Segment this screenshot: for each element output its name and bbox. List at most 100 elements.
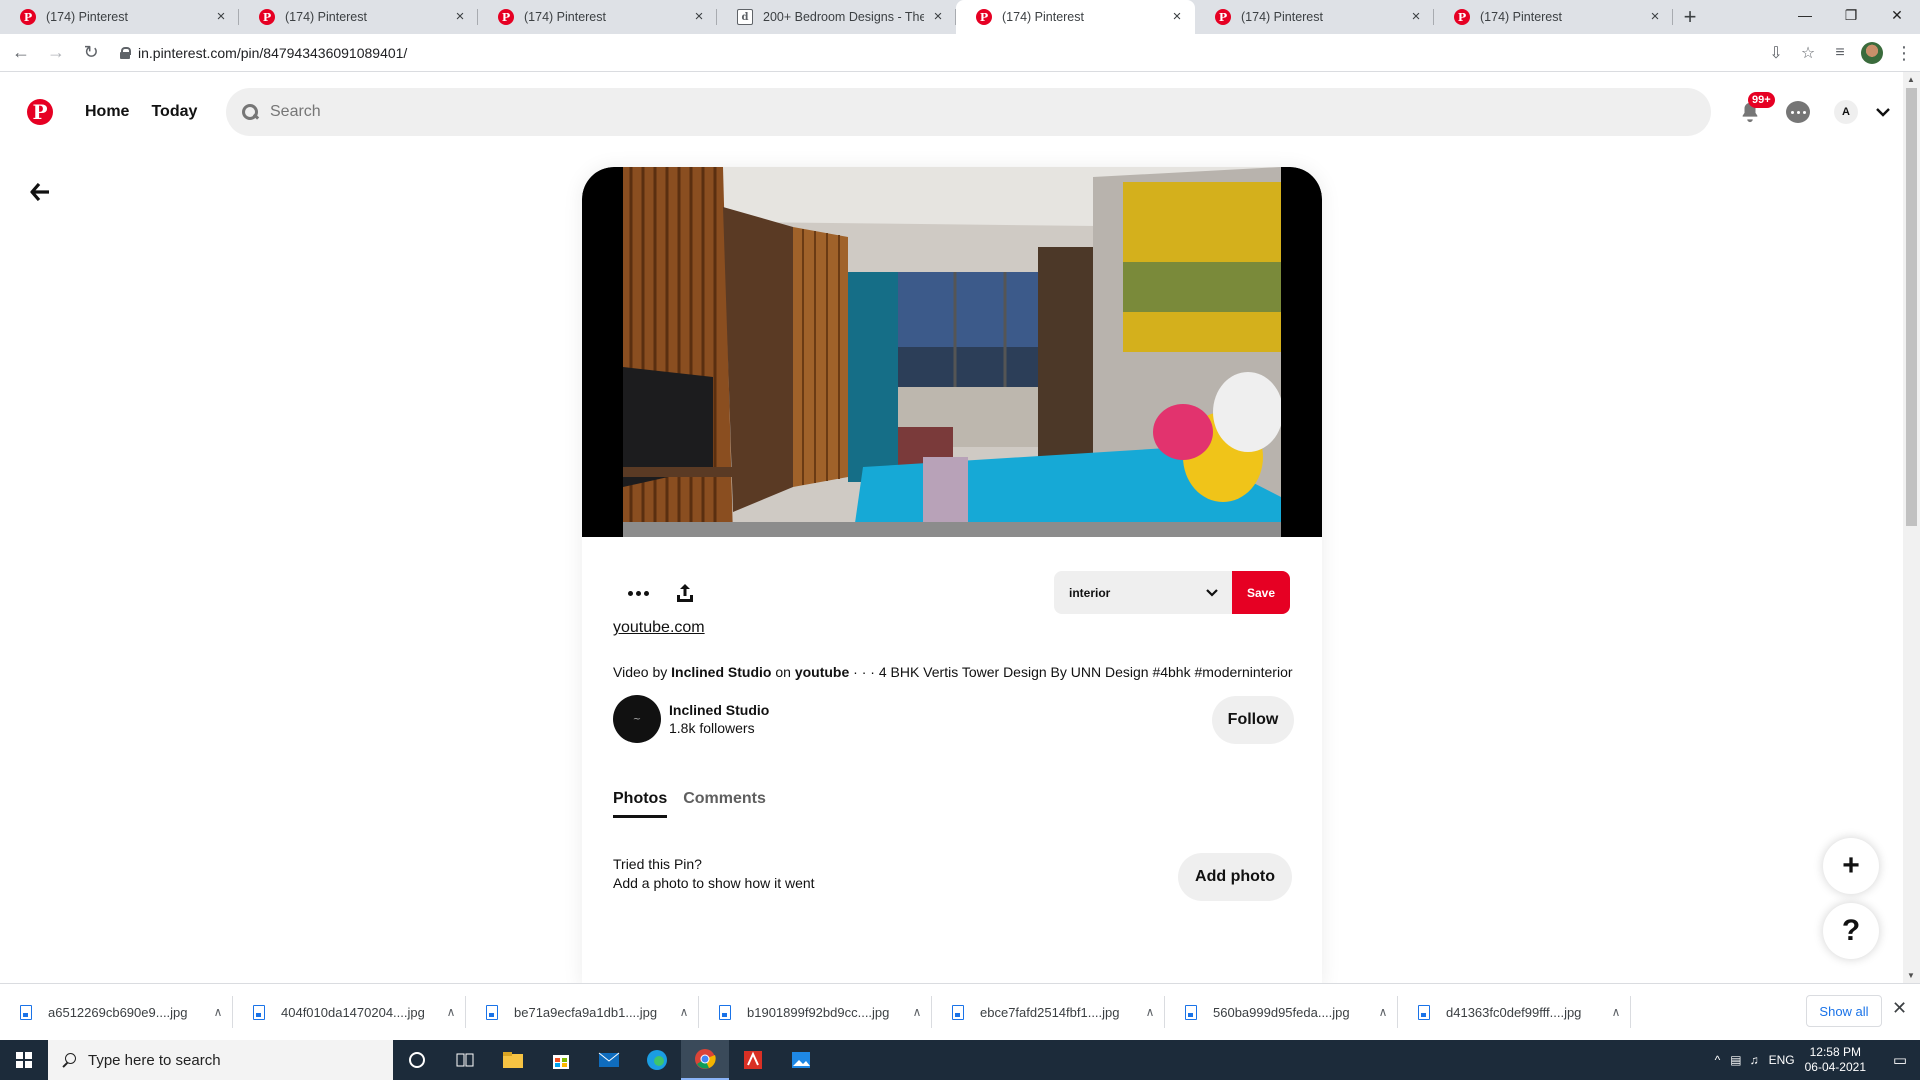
browser-tab[interactable]: d 200+ Bedroom Designs - The Ar ×	[717, 0, 956, 34]
help-button[interactable]: ?	[1823, 903, 1879, 959]
pin-video[interactable]	[582, 167, 1322, 537]
description-platform-link[interactable]: youtube	[795, 664, 849, 680]
acrobat-icon[interactable]	[729, 1040, 777, 1080]
creator-name[interactable]: Inclined Studio	[669, 702, 769, 718]
more-options-button[interactable]	[618, 573, 658, 613]
close-tab-icon[interactable]: ×	[452, 9, 468, 25]
download-item[interactable]: ebce7fafd2514fbf1....jpg ∧	[932, 992, 1165, 1032]
start-button[interactable]	[0, 1040, 48, 1080]
back-button[interactable]: ←	[7, 39, 35, 67]
task-view-icon[interactable]	[441, 1040, 489, 1080]
taskbar-search[interactable]: Type here to search	[48, 1040, 393, 1080]
mail-icon[interactable]	[585, 1040, 633, 1080]
image-file-icon	[253, 1004, 265, 1020]
clock[interactable]: 12:58 PM 06-04-2021	[1805, 1045, 1866, 1075]
chevron-up-icon[interactable]: ∧	[1135, 1005, 1165, 1019]
clock-date: 06-04-2021	[1804, 1060, 1866, 1074]
scroll-up-arrow[interactable]: ▲	[1907, 75, 1915, 84]
close-tab-icon[interactable]: ×	[213, 9, 229, 25]
save-button[interactable]: Save	[1232, 571, 1290, 614]
scroll-down-arrow[interactable]: ▼	[1907, 971, 1915, 980]
nav-today[interactable]: Today	[147, 91, 201, 133]
new-tab-button[interactable]: +	[1673, 0, 1707, 34]
windows-taskbar: Type here to search ^ ▤ ♫ ENG 12:58 PM 0…	[0, 1040, 1920, 1080]
share-button[interactable]	[665, 573, 705, 613]
pinterest-icon: P	[20, 9, 36, 25]
download-item[interactable]: a6512269cb690e9....jpg ∧	[0, 992, 233, 1032]
browser-tab[interactable]: P (174) Pinterest ×	[478, 0, 717, 34]
install-app-icon[interactable]: ⇩	[1760, 43, 1792, 63]
close-tab-icon[interactable]: ×	[691, 9, 707, 25]
close-tab-icon[interactable]: ×	[1169, 9, 1185, 25]
board-select[interactable]: interior	[1054, 571, 1232, 614]
add-photo-button[interactable]: Add photo	[1178, 853, 1292, 901]
creator-avatar[interactable]: ~	[613, 695, 661, 743]
edge-icon[interactable]	[633, 1040, 681, 1080]
show-hidden-icons-icon[interactable]: ^	[1715, 1053, 1721, 1067]
store-icon[interactable]	[537, 1040, 585, 1080]
reading-list-icon[interactable]: ≡	[1824, 44, 1856, 62]
chevron-up-icon[interactable]: ∧	[1601, 1005, 1631, 1019]
download-item[interactable]: d41363fc0def99fff....jpg ∧	[1398, 992, 1631, 1032]
volume-icon[interactable]: ♫	[1750, 1053, 1759, 1067]
account-menu-button[interactable]	[1868, 107, 1898, 117]
pin-image	[623, 167, 1281, 537]
close-tab-icon[interactable]: ×	[1647, 9, 1663, 25]
download-item[interactable]: 560ba999d95feda....jpg ∧	[1165, 992, 1398, 1032]
notifications-button[interactable]: 99+	[1726, 88, 1775, 136]
language-indicator[interactable]: ENG	[1769, 1053, 1795, 1067]
user-avatar[interactable]: A	[1834, 100, 1858, 124]
show-all-downloads-button[interactable]: Show all	[1806, 995, 1882, 1027]
browser-tab[interactable]: P (174) Pinterest ×	[239, 0, 478, 34]
restore-button[interactable]: ❐	[1828, 0, 1874, 30]
chevron-up-icon[interactable]: ∧	[436, 1005, 466, 1019]
nav-home[interactable]: Home	[81, 91, 133, 133]
follow-button[interactable]: Follow	[1212, 696, 1294, 744]
browser-tab[interactable]: P (174) Pinterest ×	[0, 0, 239, 34]
chevron-up-icon[interactable]: ∧	[669, 1005, 699, 1019]
download-item[interactable]: b1901899f92bd9cc....jpg ∧	[699, 992, 932, 1032]
download-item[interactable]: 404f010da1470204....jpg ∧	[233, 992, 466, 1032]
address-bar[interactable]: in.pinterest.com/pin/847943436091089401/	[108, 39, 1630, 67]
notification-center-icon[interactable]: ▭	[1880, 1051, 1920, 1069]
image-file-icon	[486, 1004, 498, 1020]
description-creator-link[interactable]: Inclined Studio	[671, 664, 771, 680]
pinterest-logo[interactable]: P	[27, 99, 53, 125]
pinterest-header: P Home Today Search 99+ A	[0, 72, 1900, 152]
close-tab-icon[interactable]: ×	[1408, 9, 1424, 25]
file-explorer-icon[interactable]	[489, 1040, 537, 1080]
reload-button[interactable]: ↻	[77, 39, 105, 67]
chevron-up-icon[interactable]: ∧	[1368, 1005, 1398, 1019]
download-item[interactable]: be71a9ecfa9a1db1....jpg ∧	[466, 992, 699, 1032]
notification-badge: 99+	[1748, 92, 1775, 108]
bookmark-star-icon[interactable]: ☆	[1792, 43, 1824, 63]
chevron-up-icon[interactable]: ∧	[902, 1005, 932, 1019]
browser-tab[interactable]: P (174) Pinterest ×	[1434, 0, 1673, 34]
scrollbar-thumb[interactable]	[1906, 88, 1917, 526]
close-window-button[interactable]: ✕	[1874, 0, 1920, 30]
profile-button[interactable]	[1856, 42, 1888, 64]
pin-actions: interior Save	[582, 569, 1322, 617]
page-scrollbar[interactable]: ▲ ▼	[1903, 72, 1920, 983]
chrome-icon[interactable]	[681, 1040, 729, 1080]
source-link[interactable]: youtube.com	[613, 619, 705, 637]
chevron-down-icon	[1206, 588, 1218, 597]
browser-tab[interactable]: P (174) Pinterest ×	[956, 0, 1195, 34]
network-icon[interactable]: ▤	[1730, 1053, 1741, 1067]
create-pin-button[interactable]: +	[1823, 838, 1879, 894]
tab-photos[interactable]: Photos	[613, 790, 668, 818]
messages-button[interactable]	[1774, 88, 1822, 136]
photos-icon[interactable]	[777, 1040, 825, 1080]
tab-comments[interactable]: Comments	[683, 790, 766, 818]
forward-button[interactable]: →	[42, 39, 70, 67]
close-tab-icon[interactable]: ×	[930, 9, 946, 25]
cortana-icon[interactable]	[393, 1040, 441, 1080]
minimize-button[interactable]: —	[1782, 0, 1828, 30]
close-download-shelf-icon[interactable]: ✕	[1892, 998, 1907, 1019]
download-filename: 404f010da1470204....jpg	[281, 1004, 425, 1020]
back-arrow-button[interactable]	[24, 176, 56, 208]
browser-menu-icon[interactable]: ⋮	[1888, 43, 1920, 64]
search-input[interactable]: Search	[226, 88, 1711, 136]
chevron-up-icon[interactable]: ∧	[203, 1005, 233, 1019]
browser-tab[interactable]: P (174) Pinterest ×	[1195, 0, 1434, 34]
